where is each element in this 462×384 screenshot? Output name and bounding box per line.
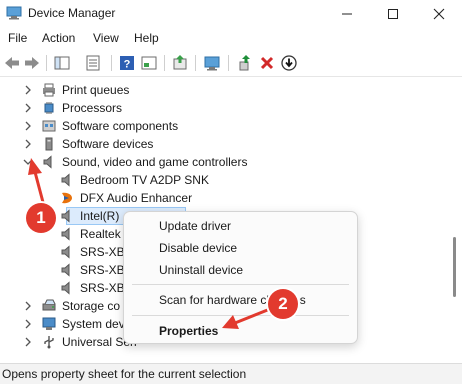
close-button[interactable]	[416, 0, 462, 28]
tree-item-label: System dev	[62, 317, 125, 331]
annotation-badge-1: 1	[26, 203, 56, 233]
toolbar-separator	[111, 55, 112, 71]
show-hide-console-tree-icon[interactable]	[53, 54, 71, 72]
speaker-icon	[61, 227, 70, 241]
menu-view[interactable]: View	[93, 31, 119, 45]
update-driver-icon[interactable]	[171, 54, 189, 72]
menu-file[interactable]: File	[8, 31, 27, 45]
speaker-icon	[61, 209, 70, 223]
uninstall-device-icon[interactable]	[258, 54, 276, 72]
help-icon[interactable]: ?	[118, 54, 136, 72]
toolbar-separator	[164, 55, 165, 71]
chevron-down-icon[interactable]	[22, 156, 34, 168]
context-item-uninstall-device[interactable]: Uninstall device	[159, 263, 243, 277]
context-item-update-driver[interactable]: Update driver	[159, 219, 231, 233]
vertical-scrollbar[interactable]	[448, 77, 460, 360]
device-manager-app-icon	[6, 6, 22, 20]
chevron-right-icon[interactable]	[22, 336, 34, 348]
view-icon[interactable]	[140, 54, 158, 72]
dfx-logo-icon	[62, 192, 72, 204]
minimize-icon	[342, 13, 352, 15]
title-bar: Device Manager	[0, 0, 462, 28]
storage-controller-icon	[42, 299, 56, 311]
tree-item-processors[interactable]: Processors	[0, 99, 446, 117]
usb-icon	[44, 336, 54, 349]
properties-sheet-icon[interactable]	[84, 54, 102, 72]
minimize-button[interactable]	[324, 0, 370, 28]
tree-item-software-devices[interactable]: Software devices	[0, 135, 446, 153]
speaker-icon	[61, 173, 70, 187]
software-device-icon	[45, 137, 53, 151]
chevron-right-icon[interactable]	[22, 84, 34, 96]
tree-item-print-queues[interactable]: Print queues	[0, 81, 446, 99]
tree-item-label: Realtek	[80, 227, 121, 241]
context-item-properties[interactable]: Properties	[159, 324, 218, 338]
toolbar-separator	[195, 55, 196, 71]
tree-item-label: SRS-XB	[80, 263, 125, 277]
back-icon[interactable]	[3, 54, 21, 72]
tree-item-label: Intel(R)	[80, 209, 120, 223]
tree-item-bedroom-tv-a2dp-snk[interactable]: Bedroom TV A2DP SNK	[0, 171, 446, 189]
context-menu-separator	[132, 284, 349, 285]
printer-icon	[43, 83, 55, 97]
tree-item-label: Software devices	[62, 137, 154, 151]
status-text: Opens property sheet for the current sel…	[2, 367, 247, 381]
tree-item-label: Processors	[62, 101, 123, 115]
chevron-right-icon[interactable]	[22, 138, 34, 150]
tree-item-label: Sound, video and game controllers	[62, 155, 248, 169]
menu-bar: File Action View Help	[0, 28, 462, 50]
tree-item-label: DFX Audio Enhancer	[80, 191, 193, 205]
toolbar: ?	[0, 50, 462, 77]
tree-item-label: Storage co	[62, 299, 121, 313]
disable-device-icon[interactable]	[280, 54, 298, 72]
context-menu-separator	[132, 315, 349, 316]
software-component-icon	[42, 120, 56, 132]
context-menu: Update driver Disable device Uninstall d…	[123, 211, 358, 344]
tree-item-label: SRS-XB	[80, 281, 125, 295]
tree-item-label: Bedroom TV A2DP SNK	[80, 173, 209, 187]
chevron-right-icon[interactable]	[22, 120, 34, 132]
tree-item-label: Print queues	[62, 83, 130, 97]
menu-action[interactable]: Action	[42, 31, 75, 45]
forward-icon[interactable]	[23, 54, 41, 72]
context-item-disable-device[interactable]: Disable device	[159, 241, 237, 255]
chevron-right-icon[interactable]	[22, 318, 34, 330]
tree-item-software-components[interactable]: Software components	[0, 117, 446, 135]
speaker-icon	[61, 281, 70, 295]
speaker-icon	[61, 245, 70, 259]
svg-text:?: ?	[124, 59, 131, 71]
tree-item-dfx-audio-enhancer[interactable]: DFX Audio Enhancer	[0, 189, 446, 207]
chevron-right-icon[interactable]	[22, 300, 34, 312]
processor-chip-icon	[44, 102, 54, 114]
enable-device-icon[interactable]	[236, 54, 254, 72]
tree-item-label: SRS-XB	[80, 245, 125, 259]
close-icon	[433, 8, 445, 20]
toolbar-separator	[46, 55, 47, 71]
status-bar: Opens property sheet for the current sel…	[0, 363, 462, 384]
maximize-button[interactable]	[370, 0, 416, 28]
chevron-right-icon[interactable]	[22, 102, 34, 114]
menu-help[interactable]: Help	[134, 31, 159, 45]
annotation-badge-2: 2	[268, 289, 298, 319]
system-device-icon	[42, 317, 56, 330]
toolbar-separator	[228, 55, 229, 71]
window-title: Device Manager	[28, 6, 116, 20]
speaker-icon	[43, 155, 52, 169]
scan-hardware-icon[interactable]	[203, 54, 221, 72]
scrollbar-thumb[interactable]	[453, 237, 456, 297]
tree-item-sound-video-game-controllers[interactable]: Sound, video and game controllers	[0, 153, 446, 171]
maximize-icon	[388, 9, 398, 19]
tree-item-label: Software components	[62, 119, 179, 133]
speaker-icon	[61, 263, 70, 277]
